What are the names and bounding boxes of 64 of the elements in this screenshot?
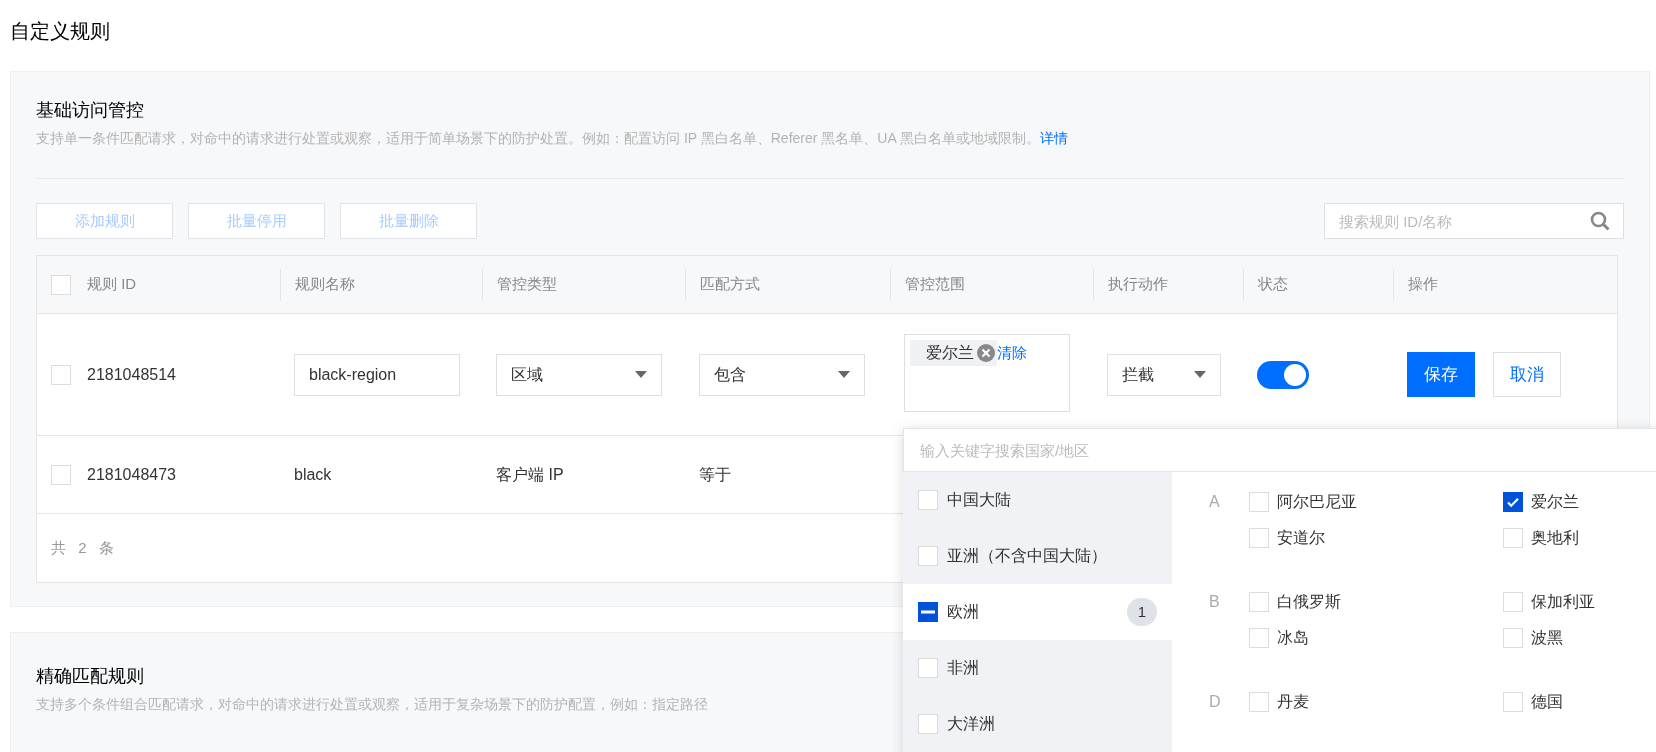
rule-id: 2181048473 <box>87 464 176 485</box>
checkbox[interactable] <box>918 602 938 622</box>
tag-label: 爱尔兰 <box>926 343 974 363</box>
column-header: 规则名称 <box>295 274 355 295</box>
region-select-field[interactable]: 爱尔兰 清除 <box>904 334 1070 412</box>
search-icon[interactable] <box>1590 211 1610 231</box>
section-title: 基础访问管控 <box>36 99 145 122</box>
select-value: 包含 <box>714 364 746 385</box>
column-header: 操作 <box>1408 274 1438 295</box>
check-icon <box>1506 495 1520 509</box>
country-label: 丹麦 <box>1277 692 1309 712</box>
country-label: 冰岛 <box>1277 628 1309 648</box>
region-label: 亚洲（不含中国大陆） <box>947 546 1108 566</box>
details-link[interactable]: 详情 <box>1039 130 1068 146</box>
region-label: 非洲 <box>947 658 980 678</box>
clear-link[interactable]: 清除 <box>997 340 1027 366</box>
select-value: 区域 <box>511 364 543 385</box>
index-letter: B <box>1209 592 1221 612</box>
column-header: 执行动作 <box>1108 274 1168 295</box>
select-value: 拦截 <box>1122 364 1154 385</box>
table-cell: black <box>294 465 332 483</box>
region-label: 欧洲 <box>947 602 980 622</box>
table-cell: 客户端 IP <box>496 465 564 483</box>
column-header: 状态 <box>1258 274 1288 295</box>
count-badge: 1 <box>1127 598 1157 626</box>
column-header: 规则 ID <box>87 274 137 295</box>
column-header: 管控类型 <box>497 274 557 295</box>
select-field[interactable]: 区域 <box>496 353 662 396</box>
region-label: 中国大陆 <box>947 490 1012 510</box>
country-label: 安道尔 <box>1277 528 1325 548</box>
country-label: 阿尔巴尼亚 <box>1277 492 1357 512</box>
section-description: 支持单一条件匹配请求，对命中的请求进行处置或观察，适用于简单场景下的防护处置。例如：配置访问 IP 黑白名单、Referer 黑名单、UA 黑白名单或地域限制。详情 <box>36 129 1069 148</box>
country-label: 奥地利 <box>1531 528 1579 548</box>
country-label: 德国 <box>1531 692 1563 712</box>
total-count: 共 2 条 <box>51 537 118 558</box>
country-label: 保加利亚 <box>1531 592 1595 612</box>
checkbox[interactable] <box>1503 492 1523 512</box>
rule-name-field[interactable]: black-region <box>294 353 460 396</box>
region-label: 大洋洲 <box>947 714 996 734</box>
index-letter: A <box>1209 492 1221 512</box>
caret-icon <box>838 371 850 378</box>
save-button[interactable]: 保存 <box>1407 352 1475 397</box>
cancel-button[interactable]: 取消 <box>1493 352 1561 397</box>
country-label: 波黑 <box>1531 628 1563 648</box>
search-field[interactable]: 搜索规则 ID/名称 <box>1324 203 1624 239</box>
select-field[interactable]: 包含 <box>699 353 865 396</box>
status-toggle[interactable] <box>1257 360 1309 389</box>
caret-icon <box>635 371 647 378</box>
rule-id: 2181048514 <box>87 364 176 385</box>
country-label: 白俄罗斯 <box>1277 592 1341 612</box>
close-icon[interactable] <box>977 344 995 362</box>
page-title: 自定义规则 <box>9 19 111 44</box>
column-header: 匹配方式 <box>700 274 760 295</box>
region-item[interactable]: 欧洲 1 <box>903 584 1172 640</box>
table-cell: 等于 <box>699 465 731 483</box>
region-search-field[interactable]: 输入关键字搜索国家/地区 <box>903 428 1656 472</box>
country-label: 爱尔兰 <box>1531 492 1579 512</box>
caret-icon <box>1194 371 1206 378</box>
section-description: 支持多个条件组合匹配请求，对命中的请求进行处置或观察，适用于复杂场景下的防护配置，例如：指定路径 <box>36 695 708 714</box>
column-header: 管控范围 <box>905 274 965 295</box>
section-title: 精确匹配规则 <box>36 665 144 688</box>
index-letter: D <box>1209 692 1222 712</box>
select-field[interactable]: 拦截 <box>1107 353 1221 396</box>
minus-icon <box>921 610 935 614</box>
